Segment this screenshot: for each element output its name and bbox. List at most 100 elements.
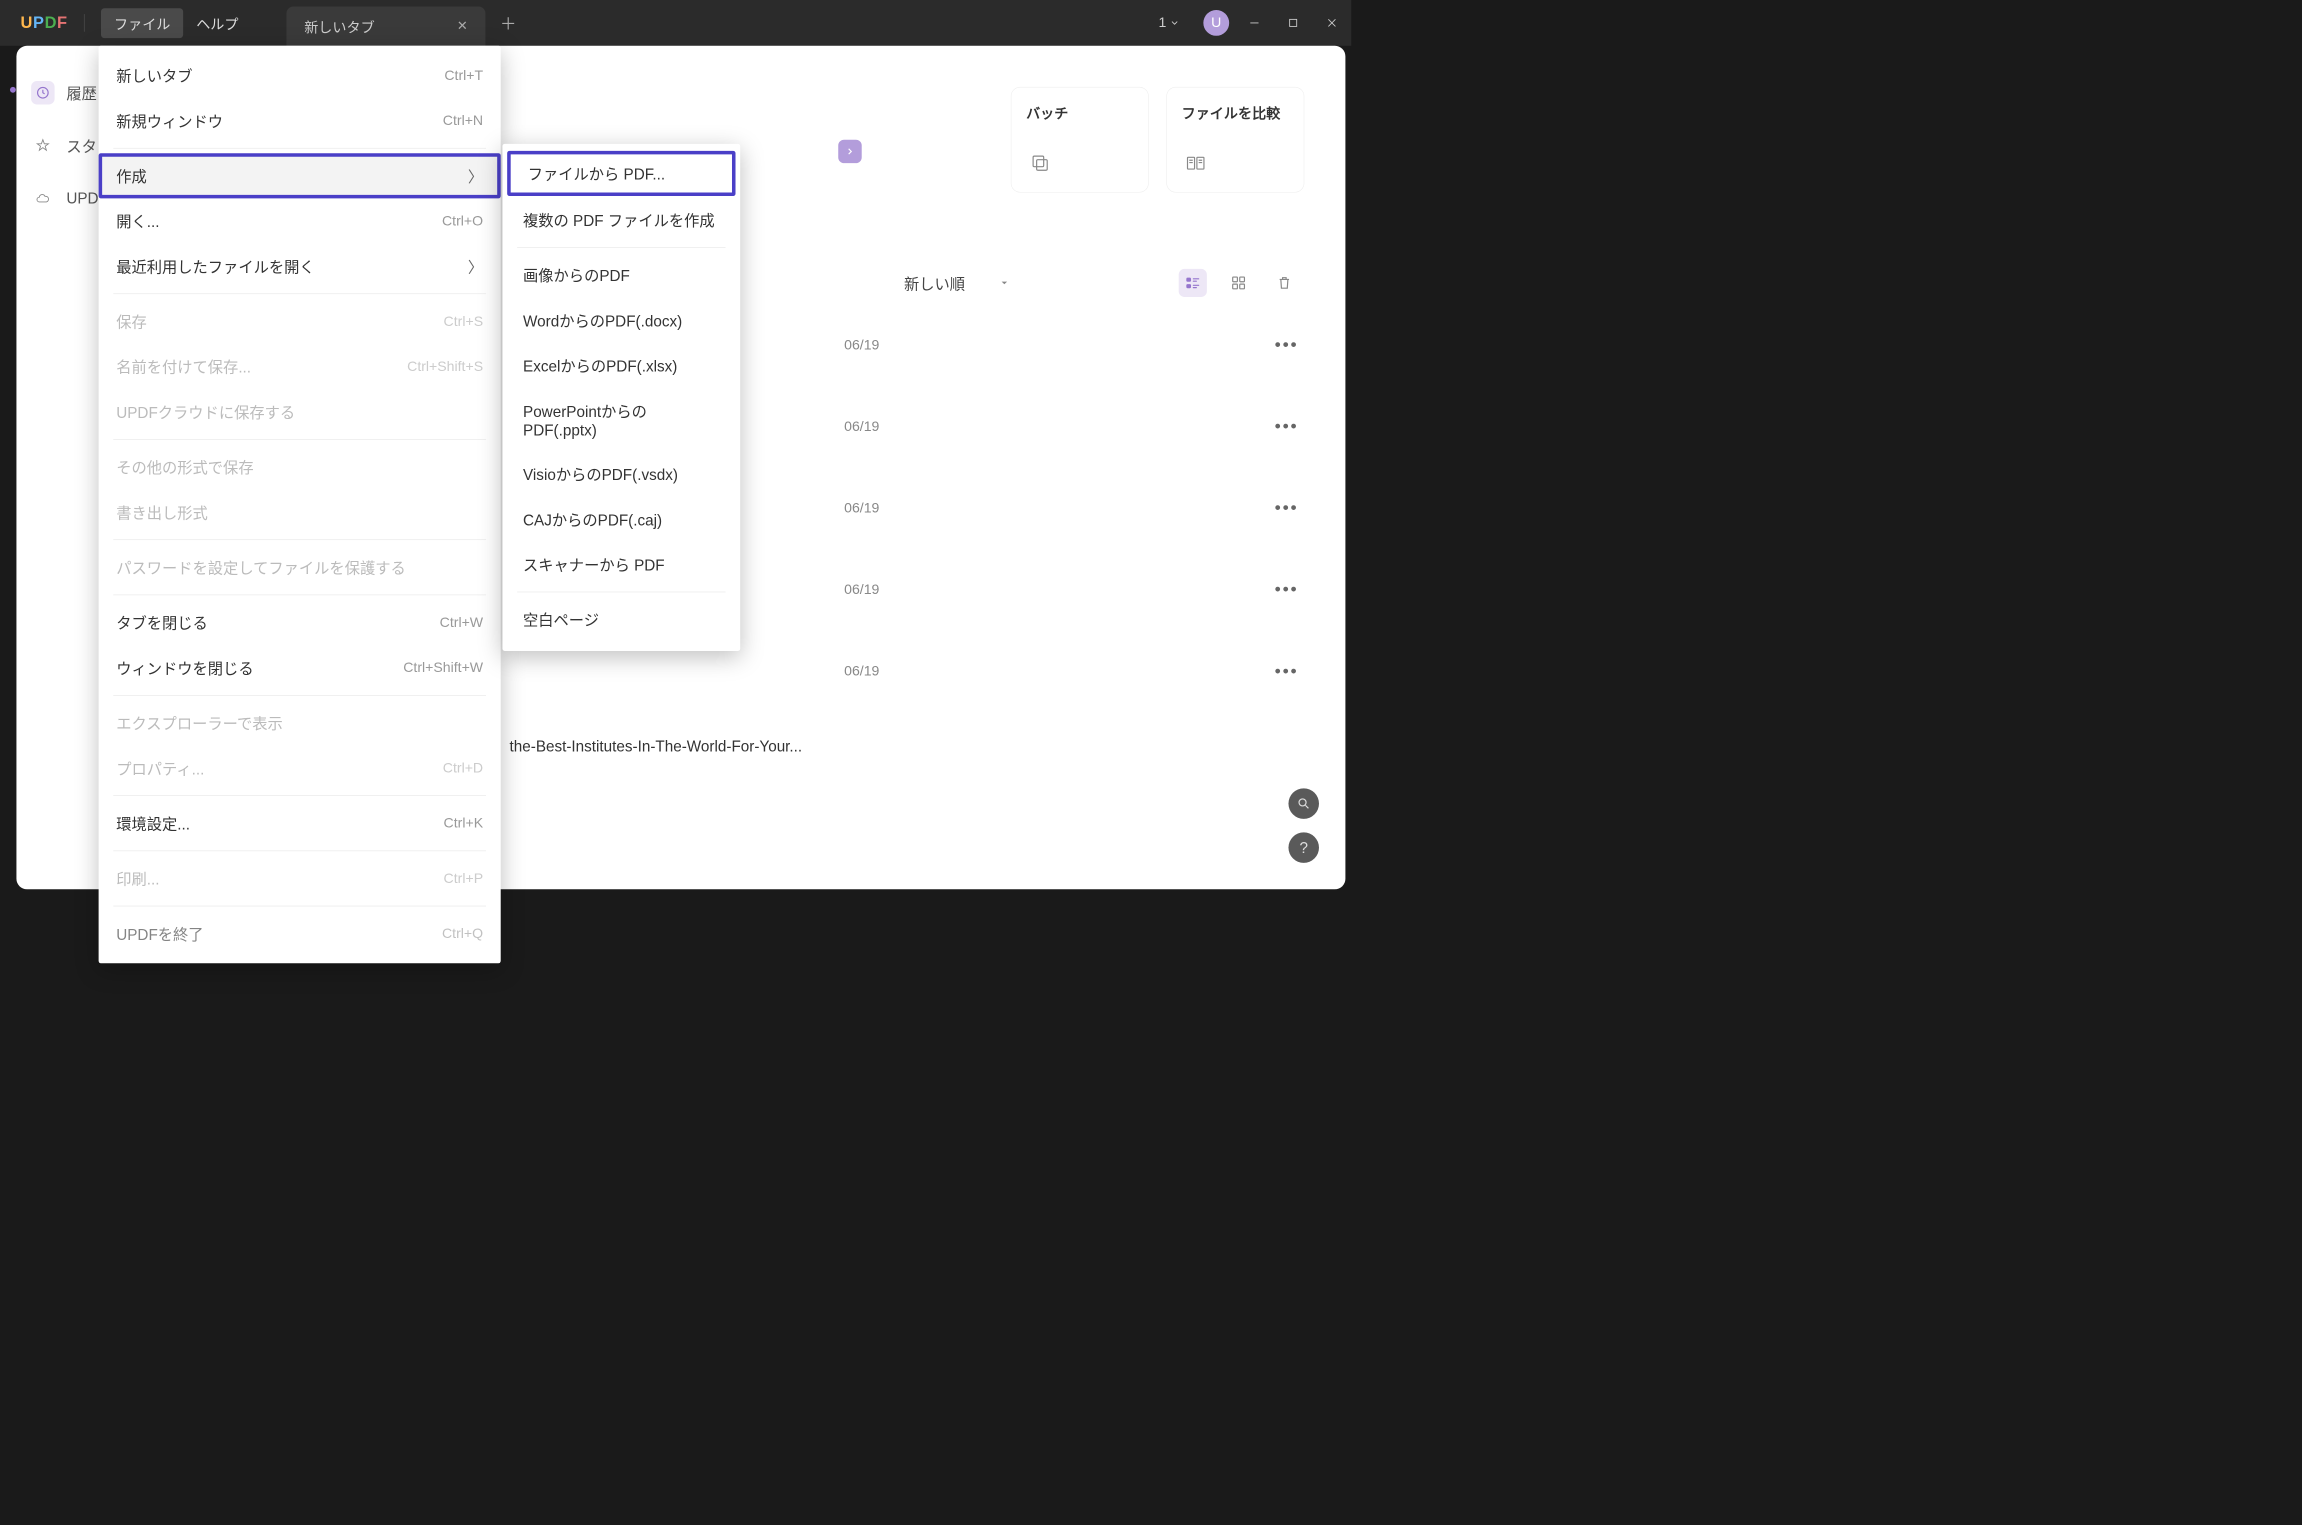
chevron-down-icon [1169, 18, 1180, 29]
chevron-right-icon: 〉 [468, 255, 483, 277]
batch-icon [1026, 149, 1054, 177]
separator [517, 247, 725, 248]
view-list-button[interactable] [1179, 269, 1207, 297]
separator [113, 906, 486, 907]
submenu-from-scanner[interactable]: スキャナーから PDF [502, 542, 740, 587]
menu-new-tab[interactable]: 新しいタブCtrl+T [99, 53, 501, 98]
file-date: 06/19 [797, 663, 914, 679]
menu-preferences[interactable]: 環境設定...Ctrl+K [99, 801, 501, 846]
chevron-right-icon [845, 146, 856, 157]
sort-dropdown[interactable]: 新しい順 [904, 272, 1008, 294]
trash-icon [1276, 275, 1292, 291]
separator [113, 595, 486, 596]
menu-quit[interactable]: UPDFを終了Ctrl+Q [99, 911, 501, 956]
menu-properties: プロパティ...Ctrl+D [99, 745, 501, 790]
search-icon [1297, 797, 1311, 811]
separator [113, 148, 486, 149]
tab-label: 新しいタブ [304, 16, 374, 37]
submenu-from-image[interactable]: 画像からのPDF [502, 252, 740, 297]
more-icon[interactable]: ••• [1275, 335, 1299, 355]
add-tab-button[interactable]: ＋ [500, 11, 516, 34]
maximize-button[interactable] [1280, 9, 1307, 36]
menu-save: 保存Ctrl+S [99, 299, 501, 344]
file-menu-dropdown: 新しいタブCtrl+T 新規ウィンドウCtrl+N 作成 〉 開く...Ctrl… [99, 46, 501, 963]
file-date: 06/19 [797, 337, 914, 353]
create-submenu: ファイルから PDF... 複数の PDF ファイルを作成 画像からのPDF W… [502, 144, 740, 651]
menu-password: パスワードを設定してファイルを保護する [99, 545, 501, 590]
sidebar-item-label: UPD [66, 189, 98, 207]
menu-save-as: 名前を付けて保存...Ctrl+Shift+S [99, 344, 501, 389]
submenu-from-ppt[interactable]: PowerPointからのPDF(.pptx) [502, 388, 740, 451]
sidebar-item-cloud[interactable]: UPD [31, 187, 98, 210]
menu-close-window[interactable]: ウィンドウを閉じるCtrl+Shift+W [99, 645, 501, 690]
tab-new[interactable]: 新しいタブ ✕ [287, 6, 486, 45]
separator [113, 851, 486, 852]
menu-recent[interactable]: 最近利用したファイルを開く 〉 [99, 244, 501, 289]
file-date: 06/19 [797, 500, 914, 516]
caret-down-icon [1000, 279, 1008, 287]
more-icon[interactable]: ••• [1275, 580, 1299, 600]
menu-create[interactable]: 作成 〉 [99, 153, 501, 198]
app-logo: UPDF [21, 14, 68, 33]
file-date: 06/19 [797, 582, 914, 598]
more-icon[interactable]: ••• [1275, 662, 1299, 682]
view-grid-button[interactable] [1224, 269, 1252, 297]
sidebar-item-star[interactable]: スタ [31, 134, 98, 157]
separator [113, 795, 486, 796]
more-icon[interactable]: ••• [1275, 417, 1299, 437]
file-row[interactable]: 06/19 ••• [510, 647, 1305, 696]
minimize-button[interactable] [1241, 9, 1268, 36]
expand-button[interactable] [838, 140, 861, 163]
clock-icon [31, 81, 54, 104]
close-icon[interactable]: ✕ [457, 18, 468, 33]
separator [113, 539, 486, 540]
sidebar-item-label: 履歴 [66, 82, 97, 104]
menu-explorer: エクスプローラーで表示 [99, 700, 501, 745]
submenu-blank[interactable]: 空白ページ [502, 597, 740, 642]
menu-new-window[interactable]: 新規ウィンドウCtrl+N [99, 98, 501, 143]
card-title: ファイルを比較 [1182, 102, 1289, 123]
menu-open[interactable]: 開く...Ctrl+O [99, 198, 501, 243]
sidebar: 履歴 スタ UPD [31, 81, 98, 210]
submenu-from-word[interactable]: WordからのPDF(.docx) [502, 298, 740, 343]
cloud-icon [31, 187, 54, 210]
separator [517, 592, 725, 593]
divider [84, 14, 85, 32]
search-button[interactable] [1288, 788, 1319, 819]
menu-save-other: その他の形式で保存 [99, 444, 501, 489]
avatar[interactable]: U [1203, 10, 1229, 36]
sidebar-item-history[interactable]: 履歴 [31, 81, 98, 104]
card-compare[interactable]: ファイルを比較 [1166, 87, 1304, 193]
submenu-from-visio[interactable]: VisioからのPDF(.vsdx) [502, 451, 740, 496]
title-bar: UPDF ファイル ヘルプ 新しいタブ ✕ ＋ 1 U [0, 0, 1351, 46]
list-view-icon [1185, 275, 1201, 291]
menu-save-cloud: UPDFクラウドに保存する [99, 389, 501, 434]
menu-export: 書き出し形式 [99, 490, 501, 535]
submenu-multiple[interactable]: 複数の PDF ファイルを作成 [502, 197, 740, 242]
file-name-partial: the-Best-Institutes-In-The-World-For-You… [510, 737, 1305, 755]
delete-button[interactable] [1270, 269, 1298, 297]
more-icon[interactable]: ••• [1275, 498, 1299, 518]
submenu-from-caj[interactable]: CAJからのPDF(.caj) [502, 497, 740, 542]
help-icon: ? [1299, 839, 1307, 857]
compare-icon [1182, 149, 1210, 177]
grid-view-icon [1230, 275, 1246, 291]
menu-help[interactable]: ヘルプ [183, 8, 251, 38]
menu-print: 印刷...Ctrl+P [99, 856, 501, 901]
menu-close-tab[interactable]: タブを閉じるCtrl+W [99, 600, 501, 645]
menu-file[interactable]: ファイル [101, 8, 183, 38]
window-count[interactable]: 1 [1159, 15, 1180, 31]
action-cards: バッチ ファイルを比較 [1011, 87, 1305, 193]
accent-dot [10, 87, 16, 93]
chevron-right-icon: 〉 [468, 165, 483, 187]
help-button[interactable]: ? [1288, 832, 1319, 863]
sidebar-item-label: スタ [66, 135, 97, 157]
star-icon [31, 134, 54, 157]
separator [113, 294, 486, 295]
submenu-from-excel[interactable]: ExcelからのPDF(.xlsx) [502, 343, 740, 388]
card-batch[interactable]: バッチ [1011, 87, 1149, 193]
submenu-from-file[interactable]: ファイルから PDF... [507, 151, 735, 196]
separator [113, 695, 486, 696]
close-button[interactable] [1318, 9, 1345, 36]
file-date: 06/19 [797, 419, 914, 435]
